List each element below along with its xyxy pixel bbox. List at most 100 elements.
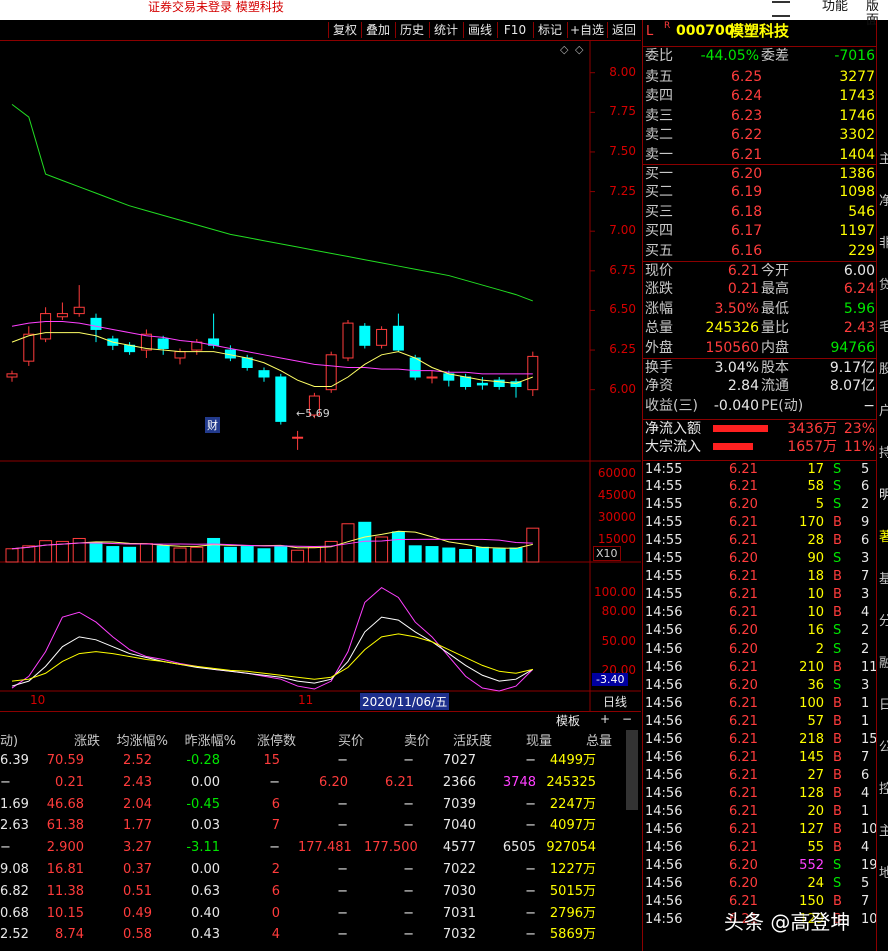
edge-strip-item[interactable]: 主 xyxy=(879,820,888,839)
toolbar-draw-button[interactable]: 画线 xyxy=(463,22,496,38)
toolbar-stats-button[interactable]: 统计 xyxy=(429,22,462,38)
edge-strip-item[interactable]: 股 xyxy=(879,358,888,377)
volume-bar[interactable] xyxy=(492,548,506,563)
volume-bar[interactable] xyxy=(459,549,473,563)
table-row[interactable]: 0.68 10.15 0.49 0.40 0− −7031−2796万 xyxy=(0,903,641,925)
ask-row[interactable]: 卖一 6.21 1404 xyxy=(643,146,877,165)
volume-bar[interactable] xyxy=(139,543,153,563)
volume-bar[interactable] xyxy=(291,549,305,563)
volume-bar[interactable] xyxy=(22,545,36,563)
edge-strip-item[interactable]: 公 xyxy=(879,736,888,755)
flow-row[interactable]: 净流入额 3436万 23% xyxy=(643,419,877,439)
candle-body[interactable] xyxy=(275,376,287,422)
volume-bar[interactable] xyxy=(72,537,86,563)
volume-bar[interactable] xyxy=(257,548,271,563)
volume-bar[interactable] xyxy=(5,548,19,563)
kline-chart[interactable] xyxy=(0,41,641,711)
tick-row[interactable]: 14:56 6.21 27 B 6 xyxy=(643,767,877,785)
edge-strip-item[interactable]: 持 xyxy=(879,442,888,461)
volume-bar[interactable] xyxy=(391,531,405,563)
volume-bar[interactable] xyxy=(442,547,456,563)
table-row[interactable]: 2.63 61.38 1.77 0.03 7− −7040−4097万 xyxy=(0,815,641,837)
bid-row[interactable]: 买四 6.17 1197 xyxy=(643,222,877,241)
edge-strip-item[interactable]: 明 xyxy=(879,484,888,503)
candle-body[interactable] xyxy=(409,357,421,378)
table-row[interactable]: − 2.900 3.27 -3.11 − 177.481 177.500 4577 6505 92… xyxy=(0,837,641,859)
bid-row[interactable]: 买二 6.19 1098 xyxy=(643,183,877,202)
tick-row[interactable]: 14:56 6.21 210 B 11 xyxy=(643,659,878,677)
toolbar-f10-button[interactable]: F10 xyxy=(497,22,532,38)
tick-row[interactable]: 14:55 6.21 18 B 7 xyxy=(643,568,877,586)
table-row[interactable]: 6.82 11.38 0.51 0.63 6− −7030−5015万 xyxy=(0,881,641,903)
financial-badge[interactable]: 财 xyxy=(205,417,220,433)
candle-body[interactable] xyxy=(191,341,203,351)
tick-row[interactable]: 14:55 6.21 58 S 6 xyxy=(643,478,877,496)
edge-strip-item[interactable]: 贷 xyxy=(879,274,888,293)
tick-row[interactable]: 14:56 6.21 55 B 4 xyxy=(643,839,877,857)
candle-body[interactable] xyxy=(56,313,68,318)
table-row[interactable]: 1.69 46.68 2.04 -0.45 6− −7039−2247万 xyxy=(0,794,641,816)
tick-row[interactable]: 14:56 6.21 10 B 4 xyxy=(643,604,877,622)
table-header[interactable]: 昨涨幅% xyxy=(180,730,236,749)
tick-row[interactable]: 14:56 6.21 127 B 10 xyxy=(643,821,878,839)
toolbar-add-watchlist-button[interactable]: +自选 xyxy=(567,22,606,38)
bid-row[interactable]: 买三 6.18 546 xyxy=(643,203,877,222)
toolbar-back-button[interactable]: 返回 xyxy=(607,22,640,38)
tick-row[interactable]: 14:55 6.21 28 B 6 xyxy=(643,532,877,550)
chart-area[interactable]: ◇ ◇ 8.00 7.75 7.50 7.25 7.00 6.75 6.50 6.25 6.00… xyxy=(0,41,641,711)
volume-bar[interactable] xyxy=(207,537,221,563)
ask-row[interactable]: 卖三 6.23 1746 xyxy=(643,107,877,126)
template-button[interactable]: 模板 xyxy=(556,712,580,729)
candle-body[interactable] xyxy=(342,322,354,359)
table-header[interactable]: 总量 xyxy=(556,730,612,749)
tick-row[interactable]: 14:56 6.20 552 S 19 xyxy=(643,857,878,875)
candle-body[interactable] xyxy=(392,325,404,351)
candle-body[interactable] xyxy=(359,325,371,346)
volume-bar[interactable] xyxy=(156,545,170,563)
tick-row[interactable]: 14:56 6.21 57 B 1 xyxy=(643,713,877,731)
tick-row[interactable]: 14:56 6.20 24 S 5 xyxy=(643,875,877,893)
tick-row[interactable]: 14:56 6.21 20 B 1 xyxy=(643,803,877,821)
edge-strip-item[interactable]: 基 xyxy=(879,568,888,587)
edge-strip-item[interactable]: 净 xyxy=(879,190,888,209)
volume-bar[interactable] xyxy=(408,545,422,563)
volume-bar[interactable] xyxy=(123,546,137,563)
tick-row[interactable]: 14:55 6.21 10 B 3 xyxy=(643,586,877,604)
table-header[interactable]: 现量 xyxy=(496,730,552,749)
edge-strip-item[interactable]: 融 xyxy=(879,652,888,671)
table-header[interactable]: 动) xyxy=(0,730,24,749)
candle-body[interactable] xyxy=(476,382,488,386)
volume-bar[interactable] xyxy=(509,547,523,563)
volume-bar[interactable] xyxy=(324,540,338,563)
candle-body[interactable] xyxy=(73,306,85,315)
toolbar-fuquan-button[interactable]: 复权 xyxy=(328,22,361,38)
tick-row[interactable]: 14:56 6.20 36 S 3 xyxy=(643,677,877,695)
volume-bar[interactable] xyxy=(223,546,237,563)
candle-body[interactable] xyxy=(527,355,539,391)
volume-bar[interactable] xyxy=(425,546,439,563)
tick-row[interactable]: 14:55 6.21 17 S 5 xyxy=(643,460,877,479)
edge-strip-item[interactable]: 控 xyxy=(879,778,888,797)
bid-row[interactable]: 买五 6.16 229 xyxy=(643,242,877,261)
minus-button[interactable]: − xyxy=(622,712,632,726)
edge-strip-item[interactable]: 户 xyxy=(879,400,888,419)
volume-bar[interactable] xyxy=(307,546,321,563)
volume-bar[interactable] xyxy=(89,542,103,563)
table-header[interactable]: 卖价 xyxy=(374,730,430,749)
table-row[interactable]: − 0.21 2.43 0.00 − 6.20 6.21 2366 3748 245325 xyxy=(0,772,641,794)
ask-row[interactable]: 卖二 6.22 3302 xyxy=(643,126,877,145)
table-header[interactable]: 买价 xyxy=(308,730,364,749)
volume-bar[interactable] xyxy=(173,547,187,563)
table-header[interactable]: 涨跌 xyxy=(44,730,100,749)
tick-row[interactable]: 14:55 6.20 5 S 2 xyxy=(643,496,877,514)
table-header[interactable]: 涨停数 xyxy=(240,730,296,749)
table-row[interactable]: 9.08 16.81 0.37 0.00 2− −7022−1227万 xyxy=(0,859,641,881)
candle-body[interactable] xyxy=(174,351,186,359)
table-header[interactable]: 均涨幅% xyxy=(112,730,168,749)
volume-bar[interactable] xyxy=(106,546,120,563)
table-header[interactable]: 活跃度 xyxy=(436,730,492,749)
candle-body[interactable] xyxy=(376,328,388,346)
candle-body[interactable] xyxy=(460,376,472,388)
toolbar-overlay-button[interactable]: 叠加 xyxy=(361,22,394,38)
edge-strip-item[interactable]: 日 xyxy=(879,694,888,713)
